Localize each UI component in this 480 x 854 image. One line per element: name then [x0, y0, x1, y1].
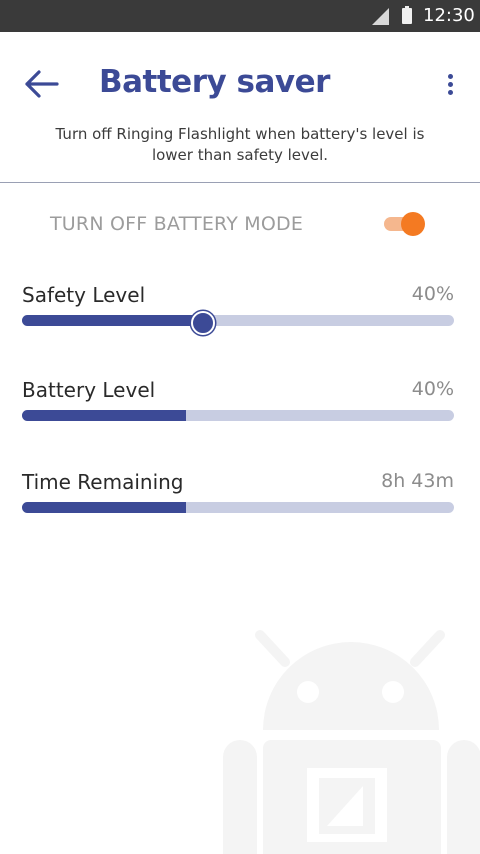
status-bar: 12:30 — [0, 0, 480, 32]
safety-level-row: Safety Level 40% — [22, 283, 454, 343]
time-remaining-label: Time Remaining — [22, 470, 184, 494]
time-remaining-fill — [22, 502, 186, 513]
battery-icon — [402, 6, 412, 24]
battery-level-value: 40% — [411, 378, 454, 400]
time-remaining-row: Time Remaining 8h 43m — [22, 470, 454, 530]
battery-mode-label: TURN OFF BATTERY MODE — [50, 213, 304, 235]
battery-level-label: Battery Level — [22, 378, 156, 402]
signal-icon — [372, 8, 389, 25]
battery-mode-toggle-row: TURN OFF BATTERY MODE — [0, 205, 480, 245]
battery-level-row: Battery Level 40% — [22, 378, 454, 438]
back-arrow-icon — [25, 70, 59, 98]
battery-mode-switch[interactable] — [382, 211, 426, 237]
more-vert-icon — [440, 74, 460, 95]
android-robot-icon — [223, 630, 480, 854]
battery-level-bar — [22, 410, 454, 421]
page-title: Battery saver — [99, 64, 330, 100]
more-options-button[interactable] — [440, 72, 460, 102]
switch-thumb — [401, 212, 425, 236]
safety-level-value: 40% — [411, 283, 454, 305]
battery-level-fill — [22, 410, 186, 421]
description-text: Turn off Ringing Flashlight when battery… — [55, 125, 425, 164]
safety-level-thumb[interactable] — [191, 311, 215, 335]
time-remaining-value: 8h 43m — [381, 470, 454, 492]
safety-level-fill — [22, 315, 203, 326]
status-time: 12:30 — [423, 5, 475, 26]
safety-level-slider[interactable] — [22, 315, 454, 326]
back-button[interactable] — [24, 69, 60, 99]
header: Battery saver Turn off Ringing Flashligh… — [0, 32, 480, 183]
safety-level-label: Safety Level — [22, 283, 146, 307]
time-remaining-bar — [22, 502, 454, 513]
